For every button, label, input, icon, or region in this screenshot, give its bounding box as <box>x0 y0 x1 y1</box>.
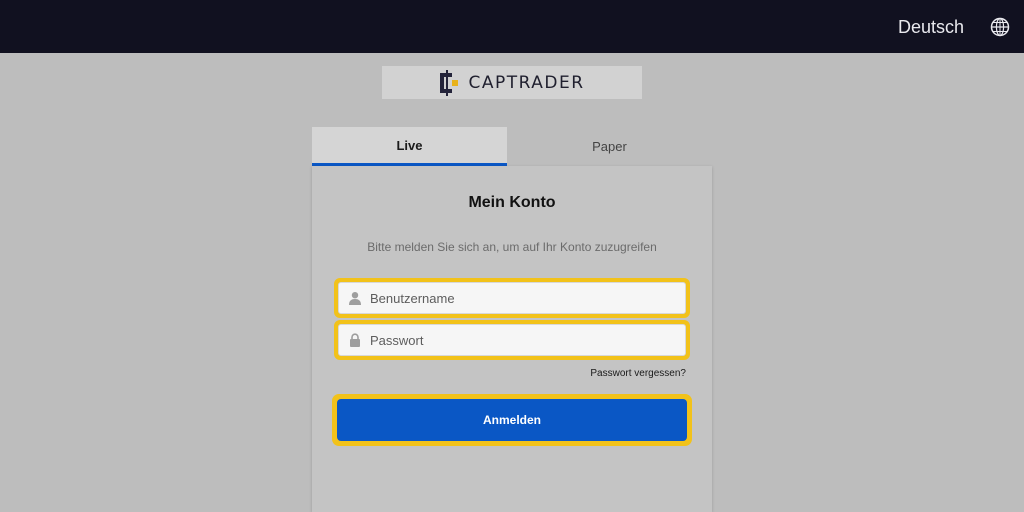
forgot-password-link[interactable]: Passwort vergessen? <box>590 368 686 379</box>
captrader-logo-mark-icon <box>440 69 459 96</box>
brand-name: CAPTRADER <box>468 72 585 93</box>
password-input[interactable] <box>370 328 670 352</box>
tab-paper[interactable]: Paper <box>507 127 712 166</box>
login-button[interactable]: Anmelden <box>337 399 687 441</box>
password-field[interactable] <box>338 324 686 356</box>
login-subtitle: Bitte melden Sie sich an, um auf Ihr Kon… <box>367 240 657 254</box>
username-field-highlight <box>334 278 690 318</box>
language-selector-label[interactable]: Deutsch <box>898 16 964 38</box>
brand-logo: CAPTRADER <box>382 66 642 99</box>
login-button-highlight: Anmelden <box>332 394 692 446</box>
tab-live[interactable]: Live <box>312 127 507 166</box>
top-bar: Deutsch <box>0 0 1024 53</box>
username-input[interactable] <box>370 286 670 310</box>
user-icon <box>349 292 361 305</box>
account-type-tabs: Live Paper <box>312 127 712 166</box>
password-field-highlight <box>334 320 690 360</box>
login-card: Mein Konto Bitte melden Sie sich an, um … <box>312 166 712 512</box>
lock-icon <box>350 333 360 347</box>
login-title: Mein Konto <box>468 194 556 211</box>
globe-icon[interactable] <box>990 17 1010 37</box>
username-field[interactable] <box>338 282 686 314</box>
